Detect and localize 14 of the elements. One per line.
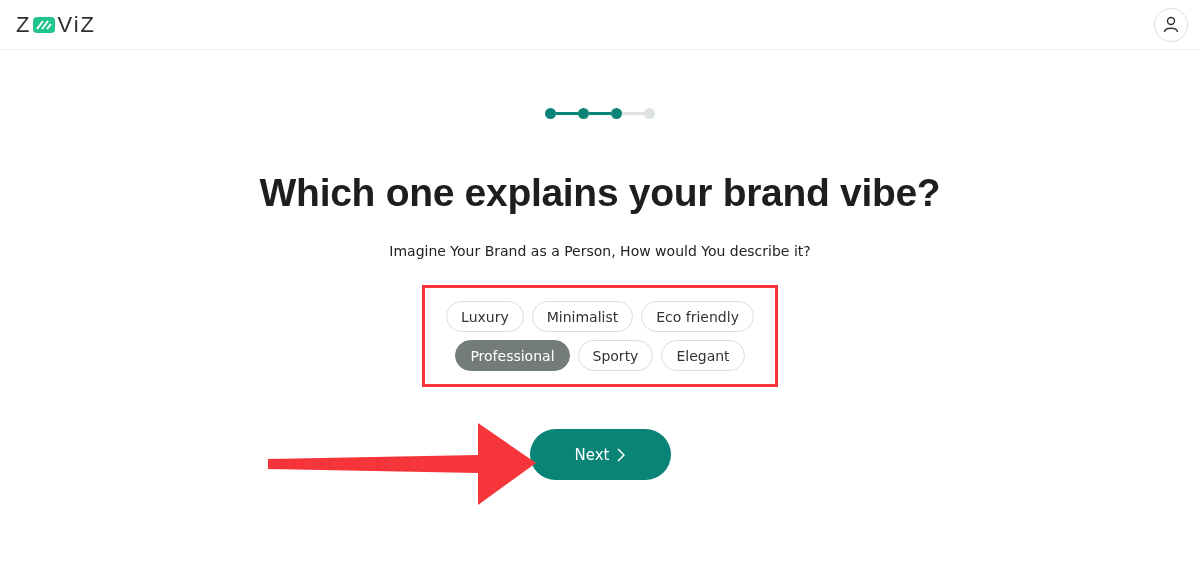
chevron-right-icon	[617, 447, 626, 462]
logo-icon	[32, 15, 57, 34]
question-title: Which one explains your brand vibe?	[259, 171, 941, 215]
option-chip[interactable]: Eco friendly	[641, 301, 754, 332]
option-chip[interactable]: Sporty	[577, 340, 654, 371]
option-chip[interactable]: Professional	[455, 340, 570, 371]
option-chip[interactable]: Elegant	[661, 340, 745, 371]
logo-text: Z	[16, 11, 32, 38]
next-button[interactable]: Next	[529, 429, 671, 480]
option-chip[interactable]: Luxury	[446, 301, 524, 332]
option-chip[interactable]: Minimalist	[531, 301, 634, 332]
logo-text: ViZ	[57, 11, 97, 38]
user-icon[interactable]	[1154, 7, 1188, 42]
question-subtitle: Imagine Your Brand as a Person, How would You describe it?	[389, 243, 811, 259]
